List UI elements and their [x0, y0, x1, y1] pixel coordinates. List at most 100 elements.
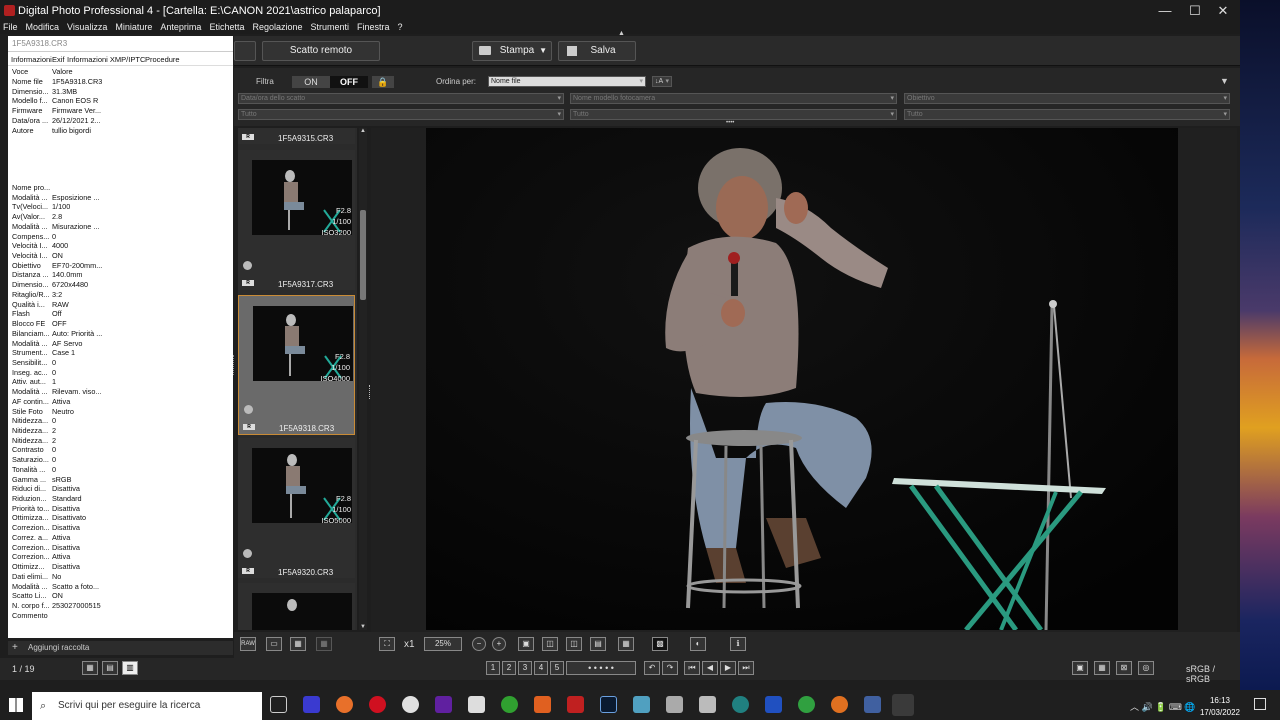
thumbnail-1F5A9315[interactable]: R 1F5A9315.CR3 [238, 128, 355, 144]
split-view-icon[interactable]: ◫ [566, 637, 582, 651]
menu-regolazione[interactable]: Regolazione [252, 20, 302, 34]
datetime-value-select[interactable]: Tutto [238, 109, 564, 120]
export-icon[interactable]: ▣ [1072, 661, 1088, 675]
datetime-filter-select[interactable]: Data/ora dello scatto [238, 93, 564, 104]
histogram-icon[interactable]: ▦ [1094, 661, 1110, 675]
preview-image[interactable] [426, 128, 1178, 630]
windows-start-icon[interactable] [9, 698, 23, 712]
taskbar-search-input[interactable]: Scrivi qui per eseguire la ricerca [32, 692, 262, 720]
rotate-right-icon[interactable]: ↷ [662, 661, 678, 675]
taskbar-app-monitor-icon[interactable] [864, 696, 881, 713]
info-icon[interactable]: ℹ [730, 637, 746, 651]
first-image-icon[interactable]: ⏮ [684, 661, 700, 675]
compare-view-icon[interactable]: ▦ [316, 637, 332, 651]
clock-time[interactable]: 16:13 [1200, 696, 1240, 705]
thumbnail-1F5A9317[interactable]: F2.8 1/100 ISO3200 R 1F5A9317.CR3 [238, 150, 355, 290]
thumbnail-1F5A9320[interactable]: F2.8 1/100 ISO5000 R 1F5A9320.CR3 [238, 438, 355, 578]
save-button[interactable]: Salva [558, 41, 636, 61]
rating-5-icon[interactable]: 5 [550, 661, 564, 675]
tab-procedure[interactable]: Procedure [145, 55, 180, 64]
filter-off-toggle[interactable]: OFF [330, 76, 368, 88]
menu-file[interactable]: File [3, 20, 18, 34]
grid-view-icon[interactable]: ▦ [290, 637, 306, 651]
thumbnail-scrollbar[interactable]: ▲ ▼ [359, 128, 367, 630]
tab-exif[interactable]: Exif [52, 55, 65, 64]
scroll-up-icon[interactable]: ▲ [360, 128, 366, 134]
lightroom-icon[interactable] [600, 696, 617, 713]
printer-app-icon[interactable] [699, 696, 716, 713]
panel-splitter[interactable] [233, 355, 236, 375]
overlay-icon[interactable]: ▤ [590, 637, 606, 651]
scrollbar-thumb[interactable] [360, 210, 366, 300]
check-mark-icon[interactable] [243, 549, 252, 558]
grid-overlay-icon[interactable]: ▦ [618, 637, 634, 651]
taskbar-app-stack-icon[interactable] [633, 696, 650, 713]
menu-finestra[interactable]: Finestra [357, 20, 390, 34]
maximize-button[interactable]: ☐ [1180, 3, 1210, 19]
menu-visualizza[interactable]: Visualizza [67, 20, 107, 34]
camera-model-filter-select[interactable]: Nome modello fotocamera [570, 93, 897, 104]
thumbnails-list-icon[interactable]: ▥ [122, 661, 138, 675]
amazon-music-icon[interactable] [435, 696, 452, 713]
thumbnail-next[interactable] [238, 583, 355, 630]
thumbnail-1F5A9318-selected[interactable]: F2.8 1/100 ISO4000 R 1F5A9318.CR3 [238, 295, 355, 435]
menu-anteprima[interactable]: Anteprima [160, 20, 201, 34]
collapse-toolbar-icon[interactable]: ▲ [618, 30, 625, 37]
zoom-100-button[interactable]: x1 [404, 639, 415, 650]
compare-icon[interactable]: ◐ [690, 637, 706, 651]
splitter-handle[interactable]: •••• [726, 120, 734, 126]
taskbar-app-g-icon[interactable] [831, 696, 848, 713]
thumbnails-large-icon[interactable]: ▦ [82, 661, 98, 675]
lens-filter-select[interactable]: Obiettivo [904, 93, 1230, 104]
highlight-warning-icon[interactable]: ▩ [652, 637, 668, 651]
tab-informazioni[interactable]: Informazioni [11, 55, 52, 64]
dpp-taskbar-icon-active[interactable] [892, 694, 914, 716]
single-view-icon[interactable]: ▭ [266, 637, 282, 651]
rating-1-icon[interactable]: 1 [486, 661, 500, 675]
firefox-icon[interactable] [336, 696, 353, 713]
taskbar-app-figure-icon[interactable] [468, 696, 485, 713]
next-image-icon[interactable]: ▶ [720, 661, 736, 675]
zoom-select[interactable]: 25% [424, 637, 462, 651]
check-mark-icon[interactable] [243, 261, 252, 270]
close-button[interactable]: ✕ [1208, 3, 1238, 19]
lens-value-select[interactable]: Tutto [904, 109, 1230, 120]
layout-icon[interactable]: ◫ [542, 637, 558, 651]
taskbar-app-red-icon[interactable] [567, 696, 584, 713]
menu-miniature[interactable]: Miniature [115, 20, 152, 34]
scroll-down-icon[interactable]: ▼ [360, 624, 366, 630]
rating-2-icon[interactable]: 2 [502, 661, 516, 675]
remote-shooting-button[interactable]: Scatto remoto [262, 41, 380, 61]
tab-xmp-iptc[interactable]: Informazioni XMP/IPTC [67, 55, 145, 64]
last-image-icon[interactable]: ⏭ [738, 661, 754, 675]
zoom-out-icon[interactable]: − [472, 637, 486, 651]
taskbar-app-box-icon[interactable] [666, 696, 683, 713]
notification-icon[interactable] [1254, 698, 1266, 710]
raw-button[interactable]: RAW [240, 637, 256, 651]
opera-icon[interactable] [369, 696, 386, 713]
menu-help[interactable]: ? [398, 20, 403, 34]
camera-value-select[interactable]: Tutto [570, 109, 897, 120]
menu-etichetta[interactable]: Etichetta [209, 20, 244, 34]
menu-strumenti[interactable]: Strumenti [311, 20, 350, 34]
task-view-icon[interactable] [270, 696, 287, 713]
fit-screen-icon[interactable]: ⛶ [379, 637, 395, 651]
taskbar-app-shield-icon[interactable] [765, 696, 782, 713]
sort-order-button[interactable]: ↓A [652, 76, 672, 87]
lock-icon[interactable]: 🔒 [372, 76, 394, 88]
check-mark-icon[interactable] [244, 405, 253, 414]
rating-4-icon[interactable]: 4 [534, 661, 548, 675]
utorrent-icon[interactable] [501, 696, 518, 713]
taskbar-app-m-icon[interactable] [303, 696, 320, 713]
thumbnails-medium-icon[interactable]: ▤ [102, 661, 118, 675]
system-tray-icons[interactable]: ︿ 🔊 🔋 ⌨ 🌐 [1130, 700, 1196, 713]
crop-icon[interactable]: ⊠ [1116, 661, 1132, 675]
taskbar-app-d-icon[interactable] [798, 696, 815, 713]
zoom-in-icon[interactable]: + [492, 637, 506, 651]
star-rating[interactable]: • • • • • [566, 661, 636, 675]
filter-on-toggle[interactable]: ON [292, 76, 330, 88]
rating-3-icon[interactable]: 3 [518, 661, 532, 675]
toolbar-left-button[interactable] [234, 41, 256, 61]
sort-select[interactable]: Nome file [488, 76, 646, 87]
add-collection-button[interactable]: + Aggiungi raccolta [8, 641, 233, 655]
